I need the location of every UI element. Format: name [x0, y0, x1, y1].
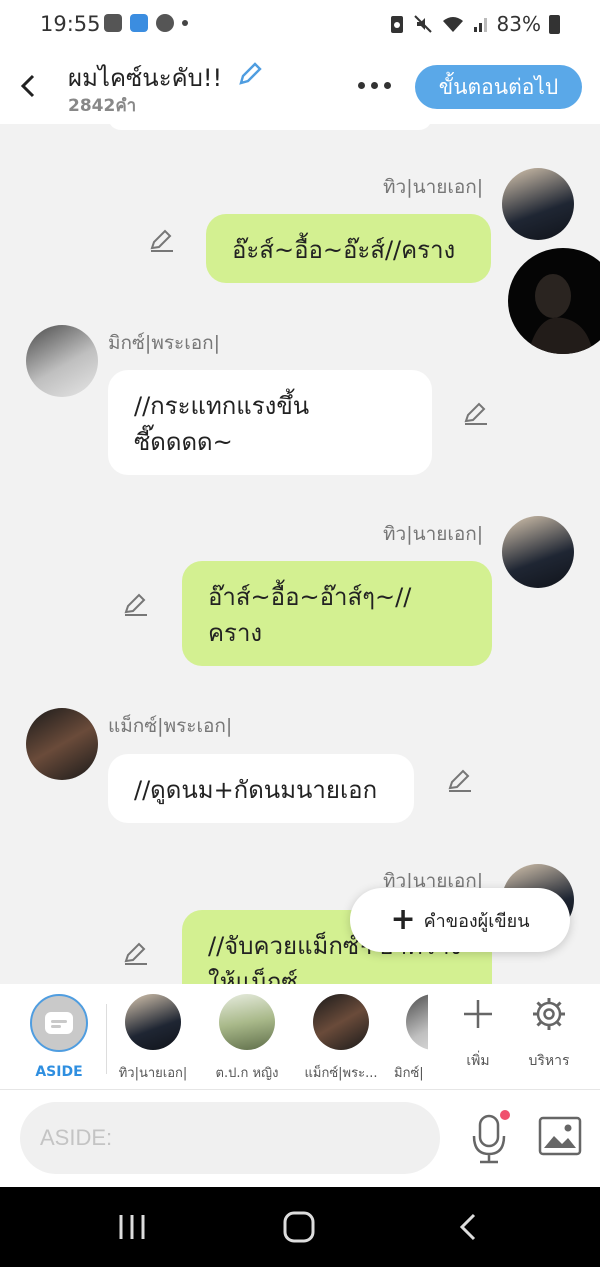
message-icon [45, 1012, 73, 1034]
more-options-icon[interactable] [354, 70, 394, 100]
message-bubble[interactable]: //กระแทกแรงขึ้น ซี๊ดดดด~ [108, 370, 432, 475]
recent-apps-icon[interactable] [112, 1209, 152, 1245]
aside-avatar [30, 994, 88, 1052]
avatar [313, 994, 369, 1050]
signal-icon [473, 18, 487, 32]
edit-title-icon[interactable] [236, 60, 264, 88]
character-label: ASIDE [35, 1064, 83, 1080]
plus-icon [464, 1000, 492, 1028]
message-input[interactable] [20, 1102, 440, 1174]
edit-message-icon[interactable] [122, 939, 150, 967]
word-count: 2842คำ [68, 96, 137, 116]
plus-icon: + [390, 902, 416, 937]
character-item[interactable]: ต.ป.ก หญิง [202, 994, 292, 1083]
webtoon-icon [130, 14, 148, 32]
author-note-label: คำของผู้เขียน [423, 910, 530, 932]
message-bubble[interactable]: อ๊าส์~อื้อ~อ๊าส์ๆ~// คราง [182, 561, 492, 666]
battery-percent: 83% [496, 12, 541, 36]
character-item[interactable]: ทิว|นายเอก| [108, 994, 198, 1083]
avatar [125, 994, 181, 1050]
divider [106, 1004, 107, 1074]
mute-icon [413, 15, 432, 33]
edit-message-icon[interactable] [462, 399, 490, 427]
speaker-name: ทิว|นายเอก| [383, 176, 484, 198]
edit-message-icon[interactable] [122, 590, 150, 618]
status-right-icons: 83% [389, 12, 560, 36]
character-label: มิกซ์| [394, 1066, 424, 1081]
speaker-name: ทิว|นายเอก| [383, 523, 484, 545]
navigation-bar [0, 1187, 600, 1267]
character-item[interactable]: มิกซ์| [390, 994, 428, 1083]
manage-characters-button[interactable]: บริหาร [514, 996, 584, 1072]
back-arrow-icon[interactable] [14, 66, 44, 106]
character-label: แม็กซ์|พระ... [304, 1066, 378, 1081]
avatar[interactable] [26, 708, 98, 780]
author-note-button[interactable]: + คำของผู้เขียน [350, 888, 570, 952]
header: ผมไคซ์นะคับ!! 2842คำ ขั้นตอนต่อไป [0, 48, 600, 124]
message-bubble[interactable]: //ดูดนม+กัดนมนายเอก [108, 754, 414, 823]
character-aside[interactable]: ASIDE [14, 994, 104, 1080]
avatar[interactable] [502, 168, 574, 240]
character-label: ทิว|นายเอก| [118, 1066, 188, 1081]
battery-icon [549, 14, 560, 34]
status-bar: 19:55 83% [0, 0, 600, 48]
gallery-icon [104, 14, 122, 32]
speaker-name: มิกซ์|พระเอก| [108, 332, 221, 354]
character-label: ต.ป.ก หญิง [215, 1066, 279, 1081]
image-icon[interactable] [538, 1116, 582, 1156]
input-bar [0, 1090, 600, 1187]
home-icon[interactable] [279, 1209, 319, 1245]
line-icon [156, 14, 174, 32]
gear-icon [533, 998, 565, 1030]
edit-message-icon[interactable] [148, 226, 176, 254]
microphone-icon[interactable] [470, 1110, 510, 1166]
chat-area: ทิว|นายเอก| อ๊ะส์~อื้อ~อ๊ะส์//คราง มิกซ์… [0, 124, 600, 984]
character-bar: ASIDE ทิว|นายเอก| ต.ป.ก หญิง แม็กซ์|พระ.… [0, 984, 600, 1090]
add-label: เพิ่ม [466, 1053, 490, 1069]
avatar[interactable] [26, 325, 98, 397]
message-bubble[interactable]: อ๊ะส์~อื้อ~อ๊ะส์//คราง [206, 214, 491, 283]
next-step-button[interactable]: ขั้นตอนต่อไป [415, 65, 582, 109]
previous-bubble [108, 124, 432, 130]
manage-label: บริหาร [528, 1053, 570, 1069]
notification-dot [182, 20, 188, 26]
status-time: 19:55 [40, 12, 101, 36]
edit-message-icon[interactable] [446, 766, 474, 794]
avatar [406, 994, 428, 1050]
add-character-button[interactable]: เพิ่ม [443, 996, 513, 1072]
avatar[interactable] [502, 516, 574, 588]
character-item[interactable]: แม็กซ์|พระ... [296, 994, 386, 1083]
battery-saver-icon [390, 16, 403, 33]
wifi-icon [442, 17, 463, 32]
status-left-icons [104, 14, 188, 32]
avatar [219, 994, 275, 1050]
back-nav-icon[interactable] [448, 1209, 488, 1245]
speaker-name: แม็กซ์|พระเอก| [108, 715, 233, 737]
